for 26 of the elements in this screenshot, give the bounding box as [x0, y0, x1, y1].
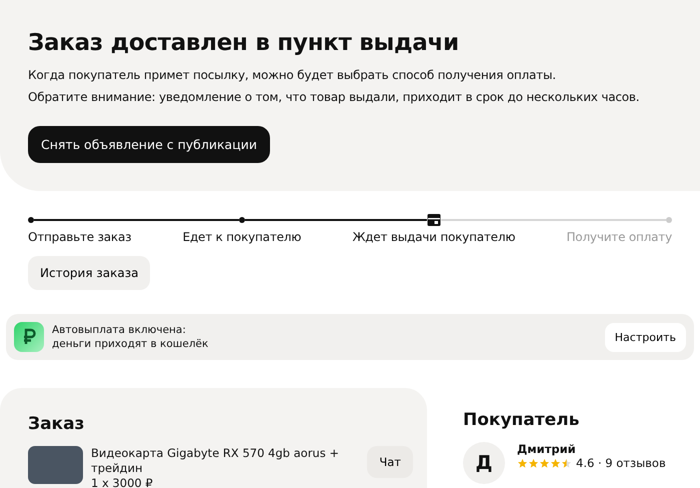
- order-title: Заказ: [28, 414, 86, 434]
- buyer-name: Дмитрий: [517, 442, 577, 456]
- step-label: Ждет выдачи покупателю: [352, 230, 516, 244]
- configure-button[interactable]: Настроить: [604, 322, 686, 352]
- order-history-button[interactable]: История заказа: [28, 256, 150, 290]
- chat-button[interactable]: Чат: [367, 446, 413, 478]
- unpublish-button[interactable]: Снять объявление с публикации: [28, 126, 270, 163]
- item-name: Видеокарта Gigabyte RX 570 4gb aorus + трейдин: [91, 446, 340, 476]
- status-title: Заказ доставлен в пункт выдачи: [28, 30, 460, 56]
- star-icon: [550, 458, 561, 468]
- star-icon: [539, 458, 550, 468]
- rating-text: 4.6 · 9 отзывов: [576, 456, 666, 470]
- avatar: Д: [463, 442, 505, 484]
- star-icon: [561, 458, 572, 468]
- step-label: Отправьте заказ: [28, 230, 132, 244]
- step-label: Едет к покупателю: [182, 230, 302, 244]
- star-icon: [517, 458, 528, 468]
- payout-text: Автовыплата включена: деньги приходят в кошелёк: [52, 323, 210, 351]
- buyer-title: Покупатель: [463, 410, 580, 430]
- status-note: Обратите внимание: уведомление о том, что товар выдали, приходит в срок до нескольких часов.: [28, 90, 640, 104]
- status-note: Когда покупатель примет посылку, можно будет выбрать способ получения оплаты.: [28, 68, 557, 82]
- item-price: 1 x 3000 ₽: [91, 476, 154, 488]
- step-label: Получите оплату: [566, 230, 672, 244]
- photo-placeholder: [28, 446, 83, 484]
- ruble-icon: [14, 322, 44, 352]
- star-icon: [528, 458, 539, 468]
